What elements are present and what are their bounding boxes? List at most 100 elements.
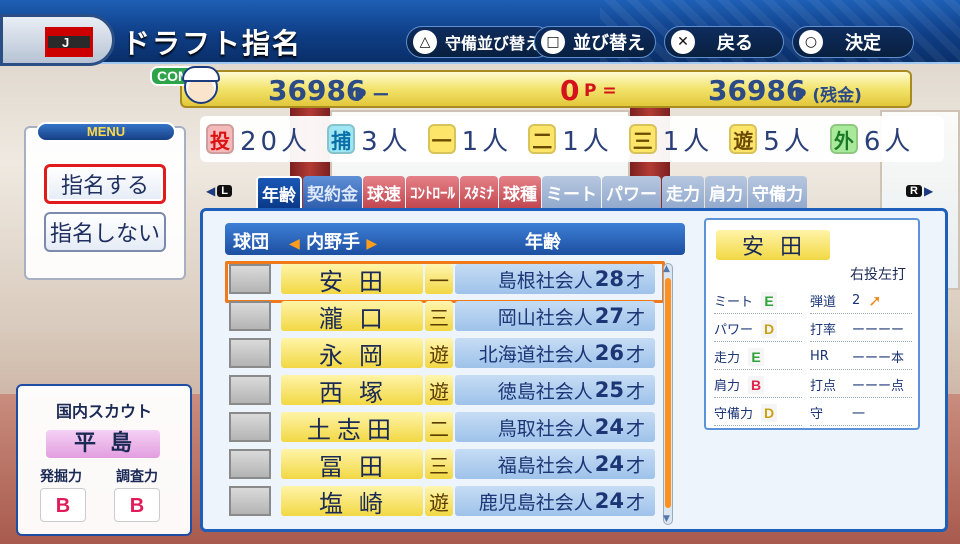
player-row[interactable]: 冨田三福島 社会人 24 才 — [227, 446, 657, 481]
trajectory-arrow-icon: ➚ — [868, 291, 882, 310]
tab-3[interactable]: ｺﾝﾄﾛｰﾙ — [406, 176, 460, 208]
scout-skill-label: 調査力 — [116, 469, 158, 485]
player-age: 28 — [594, 267, 624, 291]
confirm-button[interactable]: ○ 決定 — [792, 26, 914, 58]
team-card-icon — [229, 301, 271, 331]
stat-label: ミート — [714, 295, 754, 310]
position-count: 1人 — [662, 126, 714, 157]
player-position: 三 — [425, 301, 453, 331]
points-total: 36986 — [268, 74, 366, 107]
player-row[interactable]: 西塚遊徳島 社会人 25 才 — [227, 372, 657, 407]
position-filter[interactable]: ◀ 内野手 ▶ — [289, 228, 377, 254]
team-card-icon — [229, 375, 271, 405]
player-type: 社会人 — [535, 380, 593, 403]
draft-pick-button[interactable]: 指名する — [44, 164, 166, 204]
points-spent: 0 — [560, 74, 580, 107]
stat-label: 守備力 — [714, 407, 754, 422]
detail-stat-row: 走力 E — [714, 344, 802, 370]
player-row[interactable]: 土志田二鳥取 社会人 24 才 — [227, 409, 657, 444]
player-type: 社会人 — [535, 269, 593, 292]
stat-label: 弾道 — [810, 295, 837, 310]
player-row[interactable]: 永岡遊北海道 社会人 26 才 — [227, 335, 657, 370]
team-logo-letter: J — [62, 35, 70, 50]
scroll-up-icon: ▲ — [663, 264, 670, 274]
tab-prev-button[interactable]: ◀ L — [206, 184, 234, 198]
sort-label: 並び替え — [573, 33, 645, 54]
player-info: 鳥取 社会人 24 才 — [455, 412, 655, 442]
detail-stat-row: 守一 — [810, 400, 912, 426]
tab-10[interactable]: 守備力 — [748, 176, 808, 208]
scrollbar-thumb[interactable] — [665, 278, 671, 508]
position-badge: 外 — [829, 124, 858, 154]
scout-skill-grade: B — [114, 488, 160, 522]
team-card-icon — [229, 486, 271, 516]
player-prefecture: 北海道 — [478, 343, 536, 366]
player-age-unit: 才 — [625, 269, 645, 292]
player-info: 北海道 社会人 26 才 — [455, 338, 655, 368]
stat-label: HR — [810, 349, 829, 364]
player-detail-panel: 安田 右投左打 ミート E パワー D 走力 E 肩力 B 守備力 D 弾道 2 ➚ 打率 ーーーー HR ーー… — [704, 218, 920, 430]
detail-stat-row: ミート E — [714, 288, 802, 314]
position-count: 3人 — [361, 126, 412, 157]
detail-handedness: 右投左打 — [850, 267, 906, 283]
player-age: 24 — [594, 452, 624, 476]
detail-stat-row: パワー D — [714, 316, 802, 342]
team-card-icon — [229, 264, 271, 294]
tab-2[interactable]: 球速 — [363, 176, 405, 208]
no-pick-button[interactable]: 指名しない — [44, 212, 166, 252]
tab-0[interactable]: 年齢 — [256, 176, 302, 208]
player-age: 27 — [594, 304, 624, 328]
menu-title: MENU — [36, 122, 176, 142]
header-team: 球団 — [233, 232, 269, 253]
team-card-icon — [229, 338, 271, 368]
tab-4[interactable]: ｽﾀﾐﾅ — [460, 176, 499, 208]
sort-button[interactable]: □ 並び替え — [534, 26, 656, 58]
points-spent-unit: P = — [584, 81, 617, 101]
back-button[interactable]: ✕ 戻る — [664, 26, 784, 58]
tab-6[interactable]: ミート — [542, 176, 602, 208]
screen-title: ドラフト指名 — [122, 27, 303, 60]
sort-defense-button[interactable]: △ 守備並び替え — [406, 26, 553, 58]
scout-name: 平島 — [46, 430, 160, 458]
player-type: 社会人 — [535, 454, 593, 477]
confirm-label: 決定 — [845, 33, 881, 54]
triangle-left-icon: ◀ — [206, 184, 216, 198]
tab-5[interactable]: 球種 — [499, 176, 542, 208]
tab-8[interactable]: 走力 — [662, 176, 705, 208]
player-type: 社会人 — [535, 343, 593, 366]
position-count-item: 一 1人 — [427, 121, 513, 158]
list-header: 球団 ◀ 内野手 ▶ 年齢 — [225, 223, 685, 255]
scout-panel: 国内スカウト 平島 発掘力 調査力 B B — [16, 384, 192, 536]
player-age-unit: 才 — [625, 491, 645, 514]
player-position: 遊 — [425, 338, 453, 368]
scout-title: 国内スカウト — [55, 402, 152, 421]
player-age-unit: 才 — [625, 306, 645, 329]
scroll-down-icon: ▼ — [663, 514, 670, 524]
list-scrollbar[interactable]: ▲ ▼ — [663, 263, 673, 525]
tab-next-button[interactable]: R ▶ — [904, 184, 933, 198]
tab-7[interactable]: パワー — [602, 176, 662, 208]
player-row[interactable]: 瀧口三岡山 社会人 27 才 — [227, 298, 657, 333]
detail-stat-row: 守備力 D — [714, 400, 802, 426]
player-info: 鹿児島 社会人 24 才 — [455, 486, 655, 516]
detail-stat-row: 打率 ーーーー — [810, 316, 912, 342]
player-row[interactable]: 塩崎遊鹿児島 社会人 24 才 — [227, 483, 657, 518]
player-row[interactable]: 安田一島根 社会人 28 才 — [225, 261, 665, 303]
position-badge: 二 — [528, 124, 557, 154]
player-position: 遊 — [425, 486, 453, 516]
stat-label: 肩力 — [714, 379, 741, 394]
stat-value: ーーー本 — [852, 351, 905, 366]
team-card-icon — [229, 449, 271, 479]
detail-stat-row: 肩力 B — [714, 372, 802, 398]
player-name: 塩崎 — [281, 486, 423, 518]
player-age-unit: 才 — [625, 380, 645, 403]
position-count: 20人 — [240, 126, 312, 157]
position-count: 6人 — [863, 126, 915, 157]
tab-9[interactable]: 肩力 — [705, 176, 748, 208]
team-card-icon — [229, 412, 271, 442]
player-prefecture: 鹿児島 — [478, 491, 536, 514]
stat-grade: E — [748, 347, 765, 366]
stat-label: 守 — [810, 407, 824, 422]
tab-1[interactable]: 契約金 — [303, 176, 362, 208]
position-count: 1人 — [461, 126, 513, 157]
